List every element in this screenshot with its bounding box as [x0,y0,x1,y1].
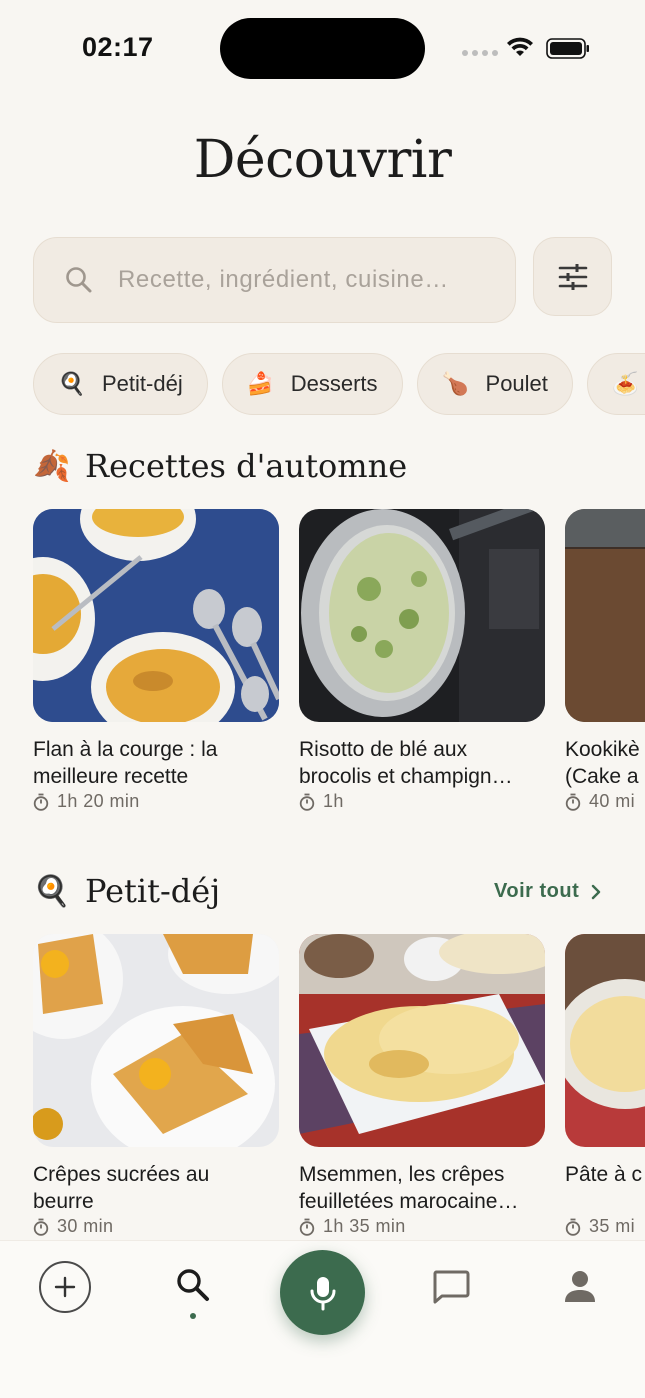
status-clock: 02:17 [82,32,154,62]
frying-pan-icon: 🍳 [58,371,86,396]
battery-icon [546,38,589,59]
recipe-time-text: 30 min [57,1216,114,1236]
section-title-breakfast: 🍳 Petit-déj [33,872,220,910]
recipe-time: 30 min [33,1216,279,1237]
recipe-time: 35 mi [565,1216,645,1237]
recipe-time-text: 40 mi [589,791,636,811]
recipe-time-text: 1h 20 min [57,791,140,811]
timer-icon [33,793,49,811]
recipe-title: Msemmen, les crêpes feuilletées marocain… [299,1163,519,1213]
timer-icon [299,793,315,811]
wifi-icon [507,37,533,56]
chat-icon[interactable] [431,1269,471,1305]
nav-search-icon[interactable] [175,1267,211,1303]
page-title: Découvrir [193,130,452,190]
voice-assistant-button[interactable] [280,1250,365,1335]
add-recipe-button[interactable] [39,1261,91,1313]
recipe-image [33,509,279,722]
bottom-navigation [0,1240,645,1398]
section-title-text: Recettes d'automne [85,447,408,485]
chevron-right-icon [592,884,601,899]
active-indicator [190,1313,196,1319]
recipe-time: 1h [299,791,545,812]
chip-poulet[interactable]: 🍗 Poulet [416,353,573,415]
timer-icon [299,1218,315,1236]
recipe-card[interactable]: Risotto de blé aux brocolis et champign…… [299,509,545,812]
recipe-title: Crêpes sucrées au beurre [33,1163,210,1213]
plus-icon [54,1276,76,1298]
chip-label: Desserts [290,371,378,396]
filter-button[interactable] [533,237,612,316]
discover-screen: 02:17 Découvrir Recette, ingrédient, cui… [0,0,645,1398]
chip-label: Petit-déj [102,371,183,396]
autumn-recipes-row: Flan à la courge : la meilleure recette … [33,509,645,812]
status-bar: 02:17 [0,0,645,96]
recipe-time: 1h 20 min [33,791,279,812]
search-icon [66,267,92,293]
chip-petit-dej[interactable]: 🍳 Petit-déj [33,353,208,415]
search-placeholder: Recette, ingrédient, cuisine… [118,266,449,293]
profile-icon[interactable] [562,1269,598,1305]
pasta-icon: 🍝 [611,371,640,396]
recipe-image [299,934,545,1147]
recipe-title: Risotto de blé aux brocolis et champign… [299,738,513,788]
recipe-image [565,509,645,722]
recipe-title: Pâte à c [565,1163,643,1186]
section-title-text: Petit-déj [85,872,221,910]
recipe-time-text: 1h 35 min [323,1216,406,1236]
dynamic-island [220,18,425,79]
recipe-time: 40 mi [565,791,645,812]
recipe-title: Kookikè (Cake a [565,738,640,788]
chip-pasta[interactable]: 🍝 [586,353,645,415]
timer-icon [565,793,581,811]
timer-icon [565,1218,581,1236]
recipe-image [565,934,645,1147]
timer-icon [33,1218,49,1236]
category-chips: 🍳 Petit-déj 🍰 Desserts 🍗 Poulet 🍝 [33,353,645,415]
frying-pan-icon: 🍳 [33,873,71,909]
recipe-card[interactable]: Kookikè (Cake a 40 mi [565,509,645,812]
recipe-time-text: 35 mi [589,1216,636,1236]
sliders-icon [558,263,587,290]
fallen-leaf-icon: 🍂 [33,448,71,484]
search-input[interactable]: Recette, ingrédient, cuisine… [33,237,516,323]
section-title-autumn: 🍂 Recettes d'automne [33,447,407,485]
recipe-card[interactable]: Crêpes sucrées au beurre 30 min [33,934,279,1237]
microphone-icon [310,1276,335,1310]
recipe-image [33,934,279,1147]
breakfast-recipes-row: Crêpes sucrées au beurre 30 min Msemmen,… [33,934,645,1237]
chip-desserts[interactable]: 🍰 Desserts [221,353,403,415]
recipe-card[interactable]: Msemmen, les crêpes feuilletées marocain… [299,934,545,1237]
recipe-title: Flan à la courge : la meilleure recette [33,738,218,788]
recipe-card[interactable]: Pâte à c 35 mi [565,934,645,1237]
recipe-image [299,509,545,722]
cake-icon: 🍰 [246,371,275,396]
chicken-leg-icon: 🍗 [441,371,469,396]
recipe-time-text: 1h [323,791,344,811]
chip-label: Poulet [485,371,548,396]
recipe-time: 1h 35 min [299,1216,545,1237]
see-all-link[interactable]: Voir tout [494,880,601,903]
see-all-label: Voir tout [494,880,580,902]
recipe-card[interactable]: Flan à la courge : la meilleure recette … [33,509,279,812]
cellular-signal-icon [462,50,498,56]
